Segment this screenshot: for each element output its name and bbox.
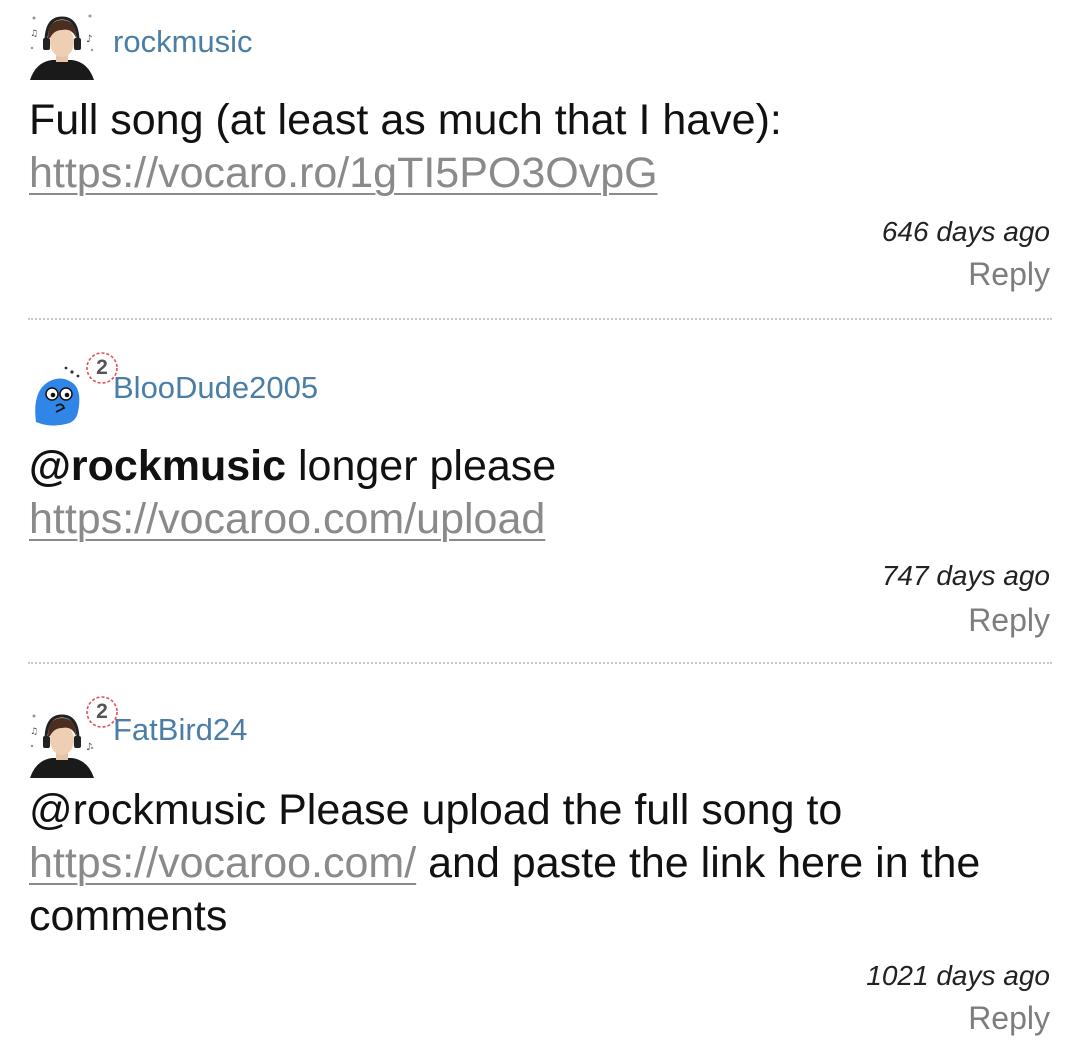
avatar[interactable]: ♪ ♫ (26, 8, 100, 80)
username-link[interactable]: FatBird24 (113, 712, 247, 748)
comment-timestamp: 747 days ago (881, 560, 1050, 591)
comment-text: @rockmusic longer please https://vocaroo.… (29, 440, 1059, 546)
comment-timestamp: 646 days ago (881, 216, 1050, 247)
comment-item: 2 BlooDude2005 @rockmusic longer please h… (0, 320, 1080, 664)
comment-feed: ♪ ♫ rockmusic Full song (at least as muc… (0, 0, 1080, 1043)
reply-button[interactable]: Reply (968, 602, 1050, 639)
svg-text:♪: ♪ (86, 34, 92, 45)
comment-text: Full song (at least as much that I have)… (29, 94, 1059, 200)
comment-text: @rockmusic Please upload the full song t… (29, 784, 1059, 943)
svg-text:♫: ♫ (30, 727, 38, 737)
reply-button[interactable]: Reply (968, 256, 1050, 293)
svg-text:♫: ♫ (30, 29, 38, 39)
comment-text-part: @rockmusic Please upload the full song t… (29, 786, 843, 834)
comment-link[interactable]: https://vocaroo.com/ (29, 839, 416, 887)
comment-item: ♪ ♫ rockmusic Full song (at least as muc… (0, 0, 1080, 320)
comment-text-part: longer please (286, 442, 557, 490)
comment-timestamp: 1021 days ago (866, 960, 1050, 991)
reply-button[interactable]: Reply (968, 1000, 1050, 1037)
svg-text:♪: ♪ (86, 742, 92, 753)
comment-item: ♪ ♫ 2 FatBird24 @rockmusic Please upload… (0, 664, 1080, 1043)
mention[interactable]: @rockmusic (29, 442, 286, 490)
comment-text-part: Full song (at least as much that I have)… (29, 96, 782, 144)
avatar[interactable]: 2 (26, 352, 118, 434)
headphones-user-avatar-icon: ♪ ♫ (26, 8, 98, 80)
comment-link[interactable]: https://vocaroo.com/upload (29, 495, 545, 543)
username-link[interactable]: rockmusic (113, 24, 253, 60)
avatar[interactable]: ♪ ♫ 2 (26, 696, 118, 778)
username-link[interactable]: BlooDude2005 (113, 370, 318, 406)
comment-link[interactable]: https://vocaro.ro/1gTI5PO3OvpG (29, 149, 658, 197)
